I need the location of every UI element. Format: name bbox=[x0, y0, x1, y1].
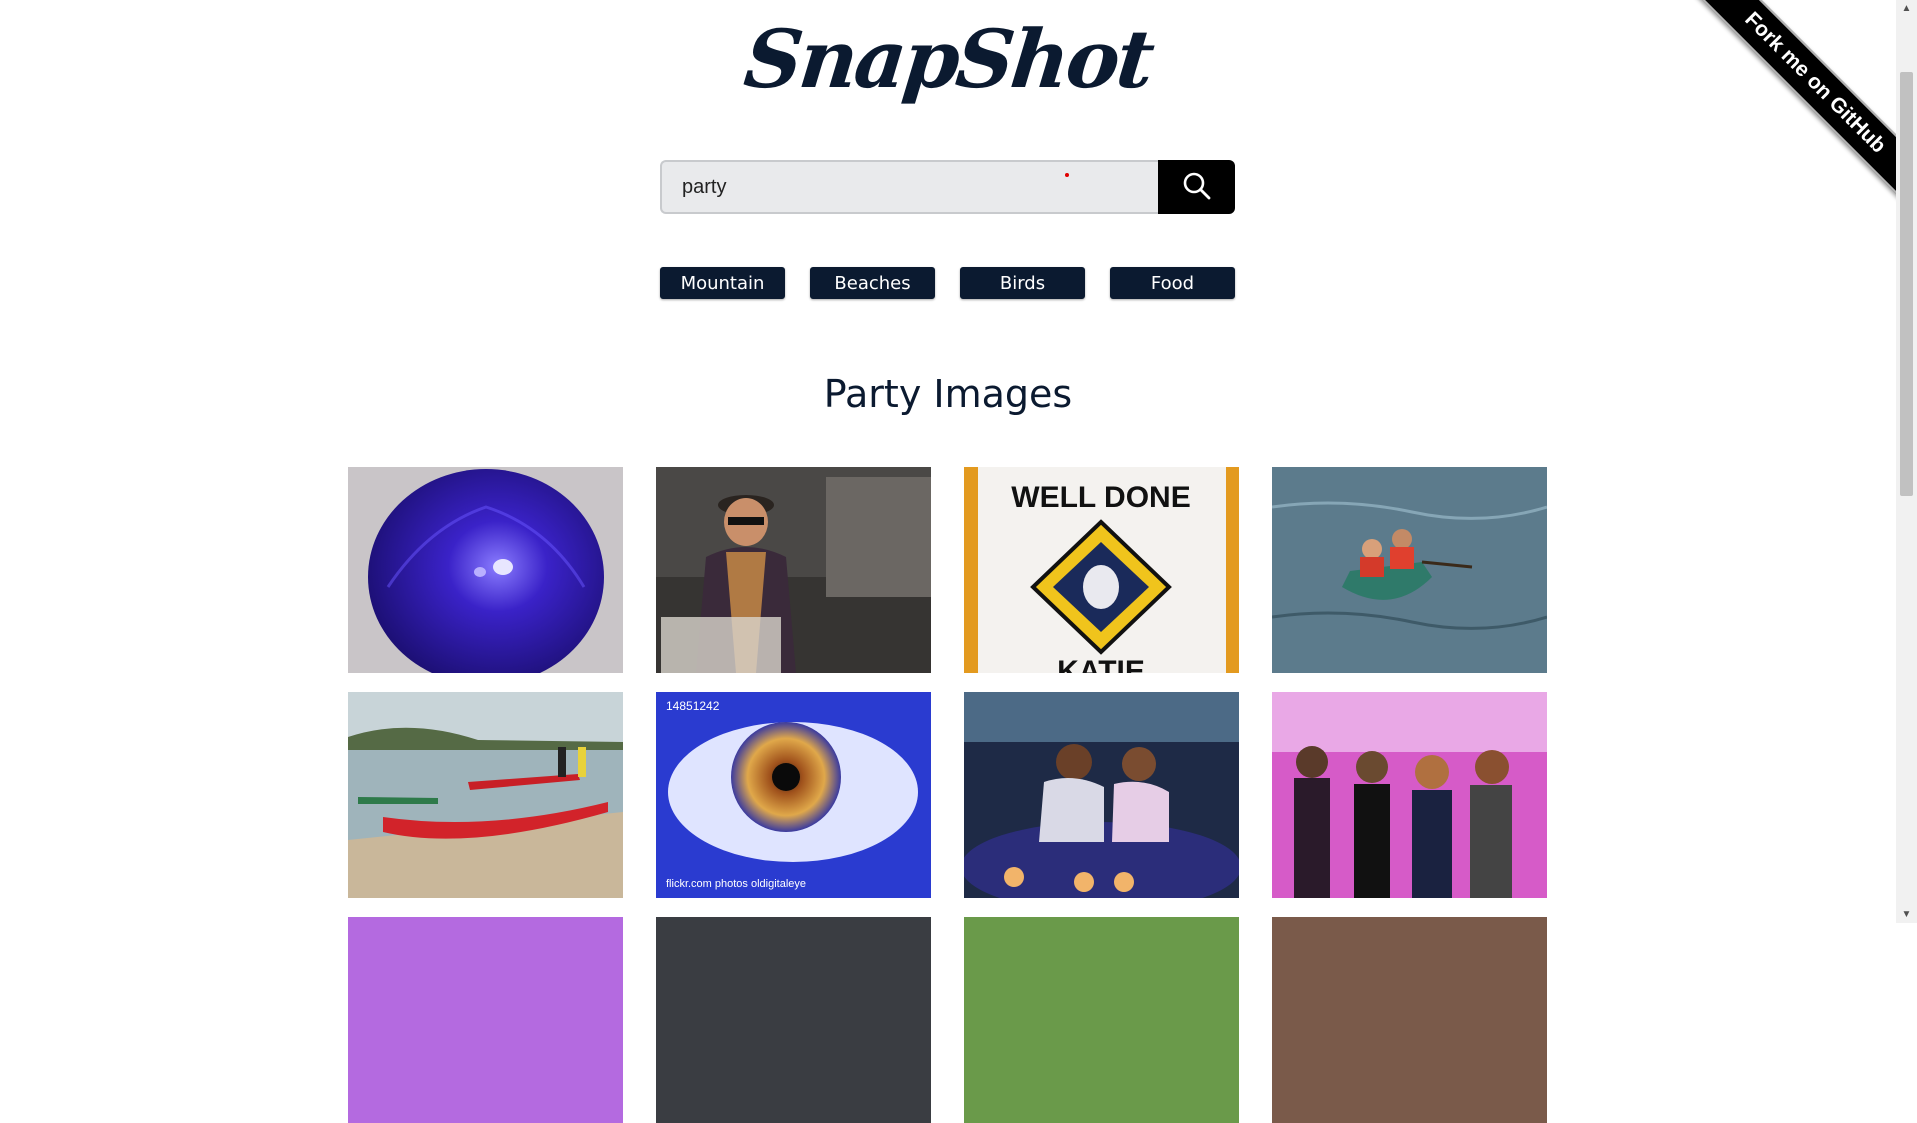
site-logo: SnapShot bbox=[740, 12, 1156, 106]
svg-text:flickr.com photos oldigitaleye: flickr.com photos oldigitaleye bbox=[666, 878, 806, 890]
search-form bbox=[660, 160, 1235, 214]
category-food-button[interactable]: Food bbox=[1110, 267, 1235, 299]
svg-text:14851242: 14851242 bbox=[666, 699, 720, 713]
scroll-up-arrow-icon[interactable]: ▲ bbox=[1896, 0, 1917, 17]
gallery-image-row3-3[interactable] bbox=[964, 917, 1239, 1123]
category-beaches-button[interactable]: Beaches bbox=[810, 267, 935, 299]
cursor-dot bbox=[1065, 173, 1069, 177]
gallery-image-canoe-on-lake[interactable] bbox=[1272, 467, 1547, 673]
vertical-scrollbar[interactable]: ▲ ▼ bbox=[1896, 0, 1917, 923]
fork-me-on-github-link[interactable]: Fork me on GitHub bbox=[1679, 0, 1897, 219]
gallery-image-bumper-car[interactable] bbox=[964, 692, 1239, 898]
gallery-image-row3-4[interactable] bbox=[1272, 917, 1547, 1123]
gallery-image-purple-balloon[interactable] bbox=[348, 467, 623, 673]
category-buttons: Mountain Beaches Birds Food bbox=[0, 267, 1917, 299]
search-icon bbox=[1182, 171, 1212, 204]
search-button[interactable] bbox=[1158, 160, 1235, 214]
scrollbar-thumb[interactable] bbox=[1900, 72, 1913, 496]
results-title: Party Images bbox=[823, 372, 1073, 416]
category-mountain-button[interactable]: Mountain bbox=[660, 267, 785, 299]
gallery-image-row3-2[interactable] bbox=[656, 917, 931, 1123]
svg-text:KATIE: KATIE bbox=[1057, 655, 1145, 673]
gallery-image-man-with-hat[interactable] bbox=[656, 467, 931, 673]
svg-text:WELL DONE: WELL DONE bbox=[1011, 481, 1190, 514]
search-input[interactable] bbox=[660, 160, 1158, 214]
github-ribbon-container: Fork me on GitHub bbox=[1657, 0, 1897, 240]
category-birds-button[interactable]: Birds bbox=[960, 267, 1085, 299]
gallery-image-well-done-cake[interactable]: WELL DONE KATIE bbox=[964, 467, 1239, 673]
gallery-image-blue-eye[interactable]: flickr.com photos oldigitaleye 14851242 bbox=[656, 692, 931, 898]
gallery-image-row3-1[interactable] bbox=[348, 917, 623, 1123]
gallery-image-kayaks-on-beach[interactable] bbox=[348, 692, 623, 898]
gallery-image-dancing-party[interactable] bbox=[1272, 692, 1547, 898]
scroll-down-arrow-icon[interactable]: ▼ bbox=[1896, 906, 1917, 923]
